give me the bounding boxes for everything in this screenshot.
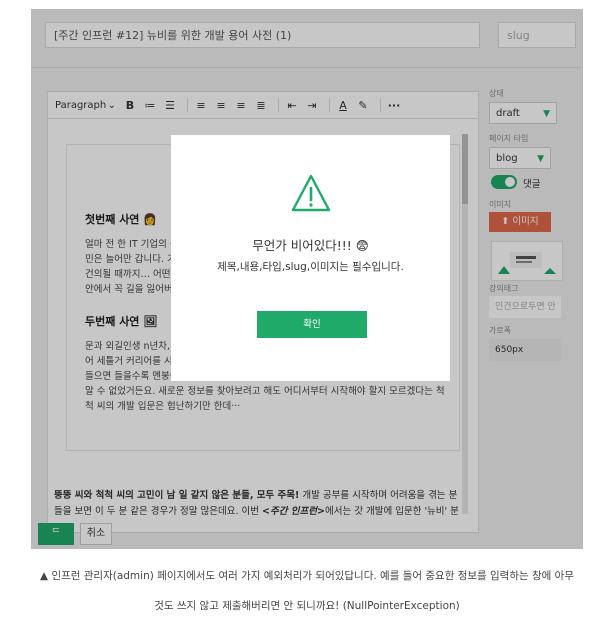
image-caption: ▲ 인프런 관리자(admin) 페이지에서도 여러 가지 예외처리가 되어있답… — [0, 561, 614, 617]
dialog-title: 무언가 비어있다!!! 😨 — [252, 238, 369, 253]
alert-dialog: 무언가 비어있다!!! 😨 제목,내용,타입,slug,이미지는 필수입니다. … — [171, 135, 450, 381]
dialog-message: 제목,내용,타입,slug,이미지는 필수입니다. — [217, 261, 404, 273]
confirm-button[interactable]: 확인 — [257, 311, 367, 338]
caption-line: 것도 쓰지 않고 제출해버리면 안 되니까요! (NullPointerExce… — [154, 600, 460, 612]
admin-screenshot: [주간 인프런 #12] 뉴비를 위한 개발 용어 사전 (1) slug Pa… — [31, 9, 583, 549]
caption-line: ▲ 인프런 관리자(admin) 페이지에서도 여러 가지 예외처리가 되어있답… — [40, 570, 574, 582]
warning-icon — [291, 174, 331, 212]
